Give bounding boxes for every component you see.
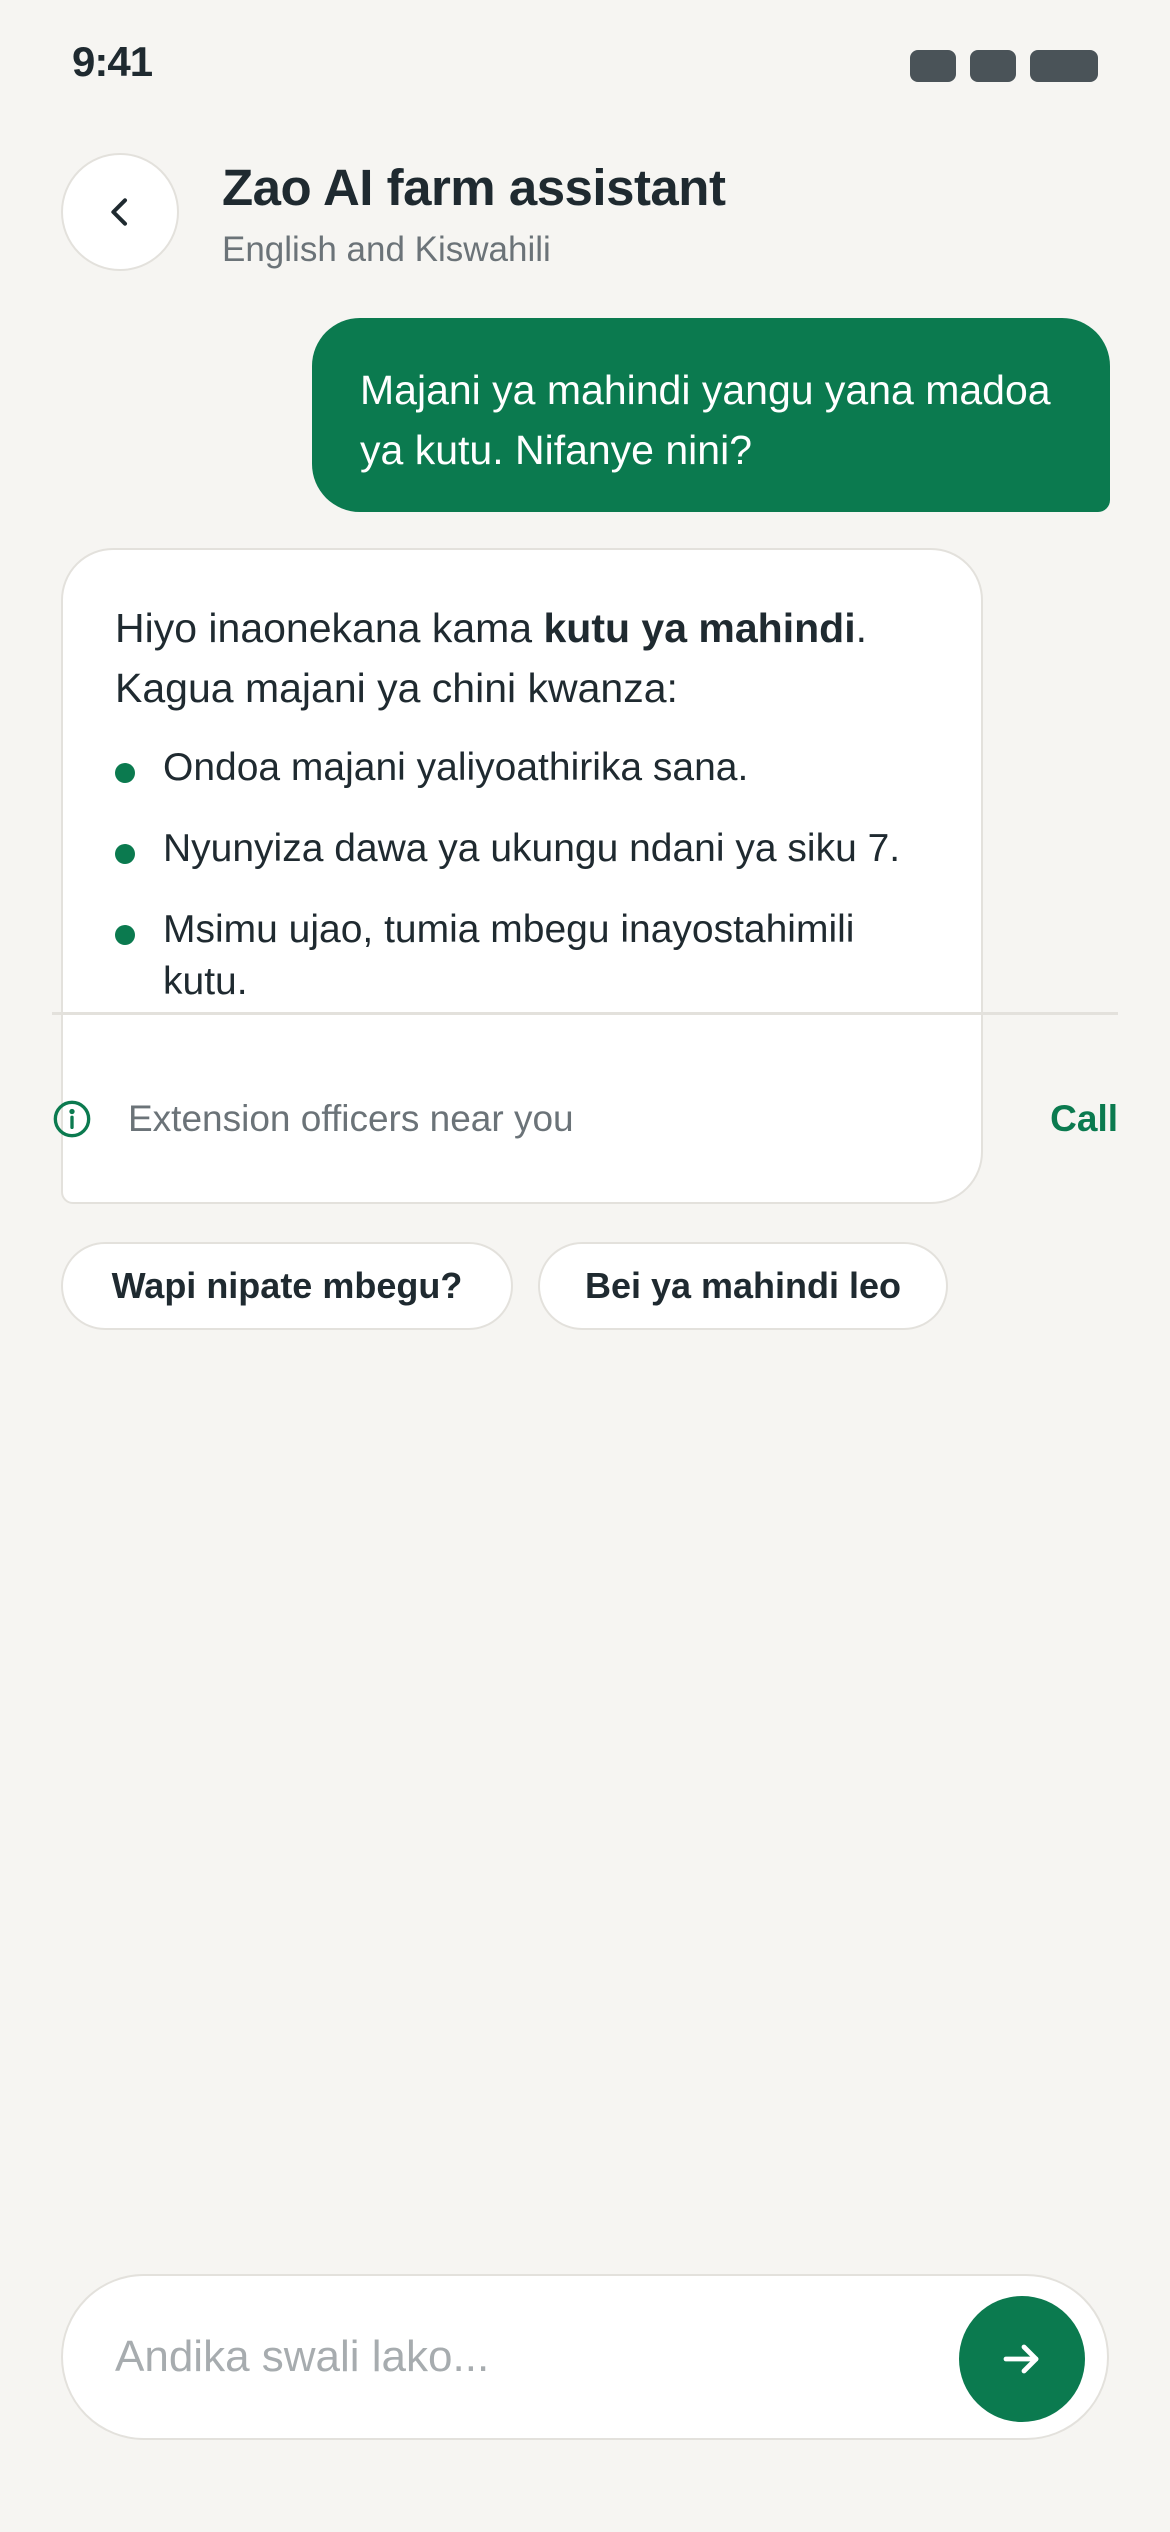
card-divider [52,1012,1118,1015]
page-subtitle: English and Kiswahili [222,230,551,269]
arrow-right-icon [1003,2344,1039,2374]
suggestion-chip-maize-price[interactable]: Bei ya mahindi leo [538,1242,948,1330]
signal-icon [910,50,956,82]
wifi-icon [970,50,1016,82]
suggestion-chip-seeds[interactable]: Wapi nipate mbegu? [61,1242,513,1330]
back-button[interactable] [61,153,179,271]
bullet-dot [115,925,135,945]
advice-text: Msimu ujao, tumia mbegu inayostahimili k… [163,908,855,1003]
bullet-dot [115,844,135,864]
message-composer [61,2274,1109,2440]
advice-text: Ondoa majani yaliyoathirika sana. [163,746,749,789]
message-input[interactable] [115,2276,955,2438]
battery-icon [1030,50,1098,82]
send-button[interactable] [959,2296,1085,2422]
advice-text: Nyunyiza dawa ya ukungu ndani ya siku 7. [163,827,901,870]
advice-list: Ondoa majani yaliyoathirika sana. Nyunyi… [115,742,929,1008]
user-message-text: Majani ya mahindi yangu yana madoa ya ku… [360,367,1051,473]
status-icons [910,50,1098,82]
page-title: Zao AI farm assistant [222,159,726,216]
bullet-dot [115,763,135,783]
diagnosis-highlight: kutu ya mahindi [543,605,856,651]
advice-item: Nyunyiza dawa ya ukungu ndani ya siku 7. [115,823,929,875]
status-time: 9:41 [72,38,153,85]
call-button[interactable]: Call [1050,1098,1118,1140]
chevron-left-icon [111,198,127,226]
advice-item: Msimu ujao, tumia mbegu inayostahimili k… [115,904,929,1008]
chat-screen: 9:41 Zao AI farm assistant English and K… [0,0,1170,2532]
extension-officers-row: Extension officers near you Call [52,1098,1118,1140]
intro-text-before: Hiyo inaonekana kama [115,605,544,651]
user-message-bubble: Majani ya mahindi yangu yana madoa ya ku… [312,318,1110,512]
assistant-intro: Hiyo inaonekana kama kutu ya mahindi. Ka… [115,598,929,718]
extension-officers-label: Extension officers near you [128,1098,574,1139]
info-icon [53,1100,91,1138]
advice-item: Ondoa majani yaliyoathirika sana. [115,742,929,794]
